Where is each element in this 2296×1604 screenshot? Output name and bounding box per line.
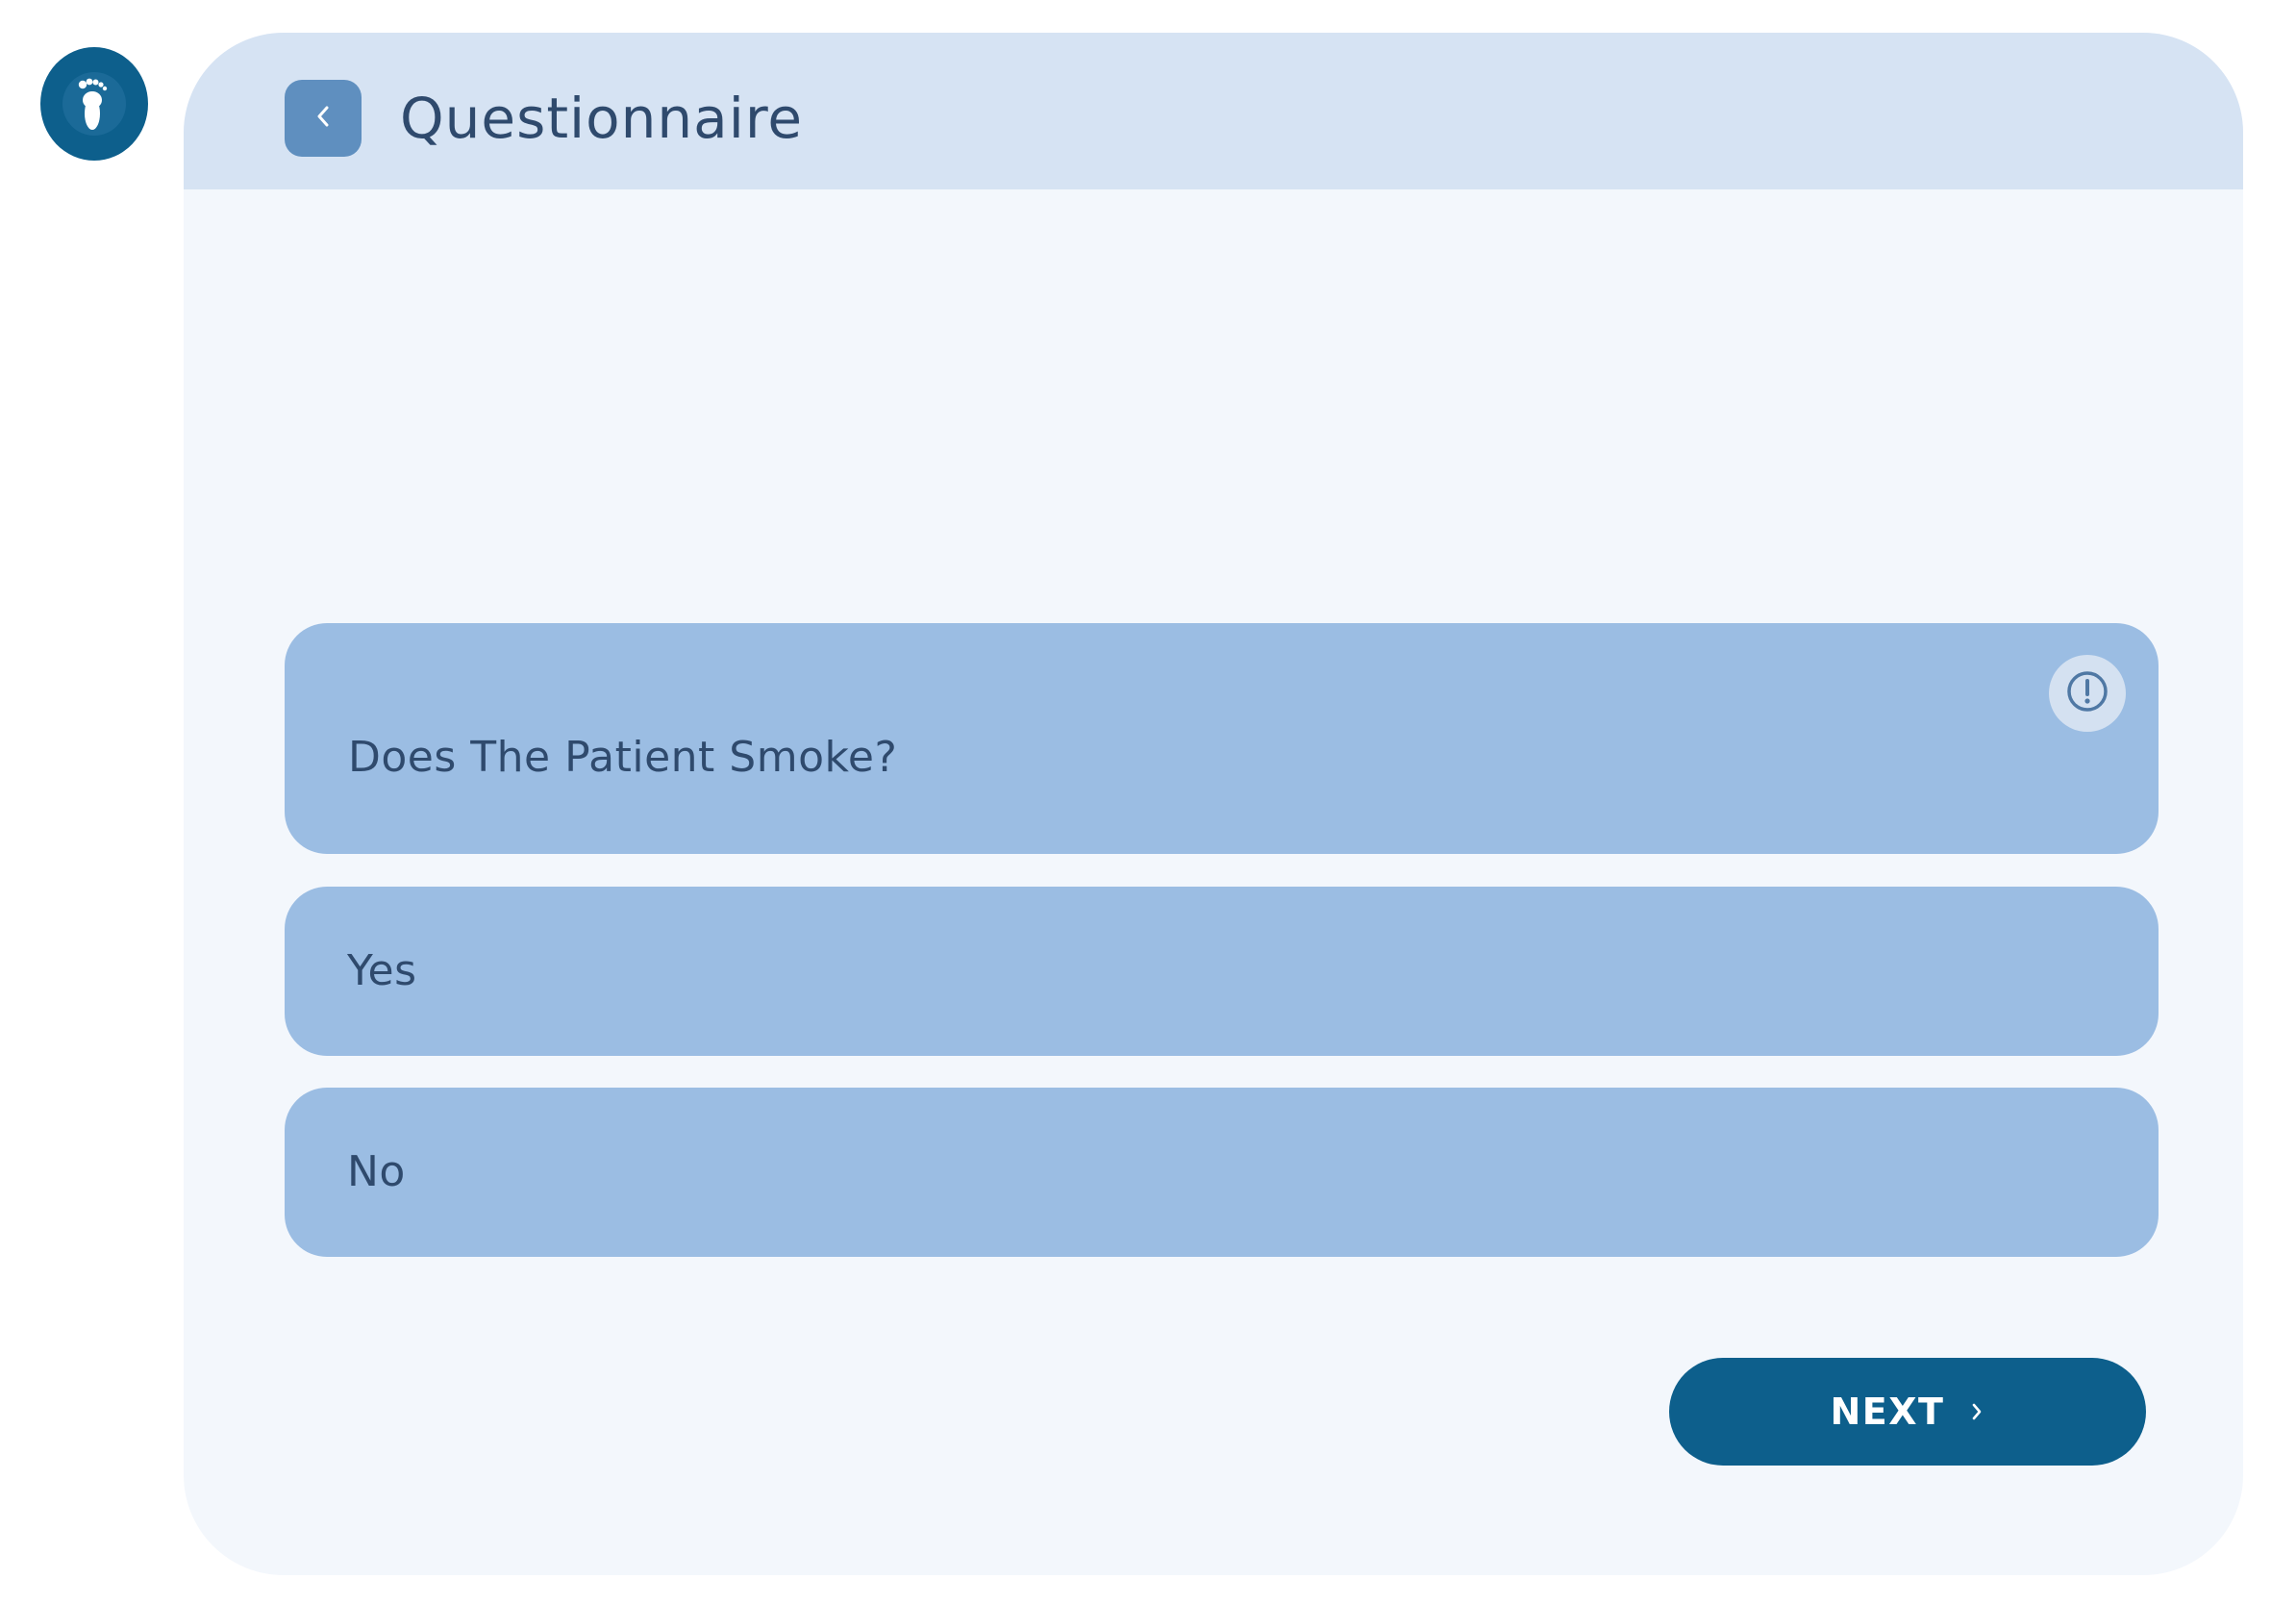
questionnaire-card: Questionnaire Does The Patient Smoke? Ye…	[184, 33, 2243, 1575]
page-title: Questionnaire	[400, 86, 804, 151]
info-button[interactable]	[2049, 655, 2126, 732]
next-button[interactable]: NEXT	[1669, 1358, 2146, 1466]
option-no[interactable]: No	[285, 1088, 2159, 1257]
option-label: No	[347, 1147, 406, 1196]
app-logo	[40, 47, 148, 161]
question-panel: Does The Patient Smoke?	[285, 623, 2159, 854]
next-button-label: NEXT	[1830, 1391, 1945, 1433]
question-text: Does The Patient Smoke?	[348, 733, 898, 782]
option-yes[interactable]: Yes	[285, 887, 2159, 1056]
card-header: Questionnaire	[184, 33, 2243, 189]
back-button[interactable]	[285, 80, 362, 157]
option-label: Yes	[347, 946, 417, 995]
foot-icon	[62, 72, 126, 136]
chevron-right-icon	[1969, 1400, 1984, 1423]
exclamation-circle-icon	[2064, 668, 2110, 718]
chevron-left-icon	[313, 103, 333, 134]
